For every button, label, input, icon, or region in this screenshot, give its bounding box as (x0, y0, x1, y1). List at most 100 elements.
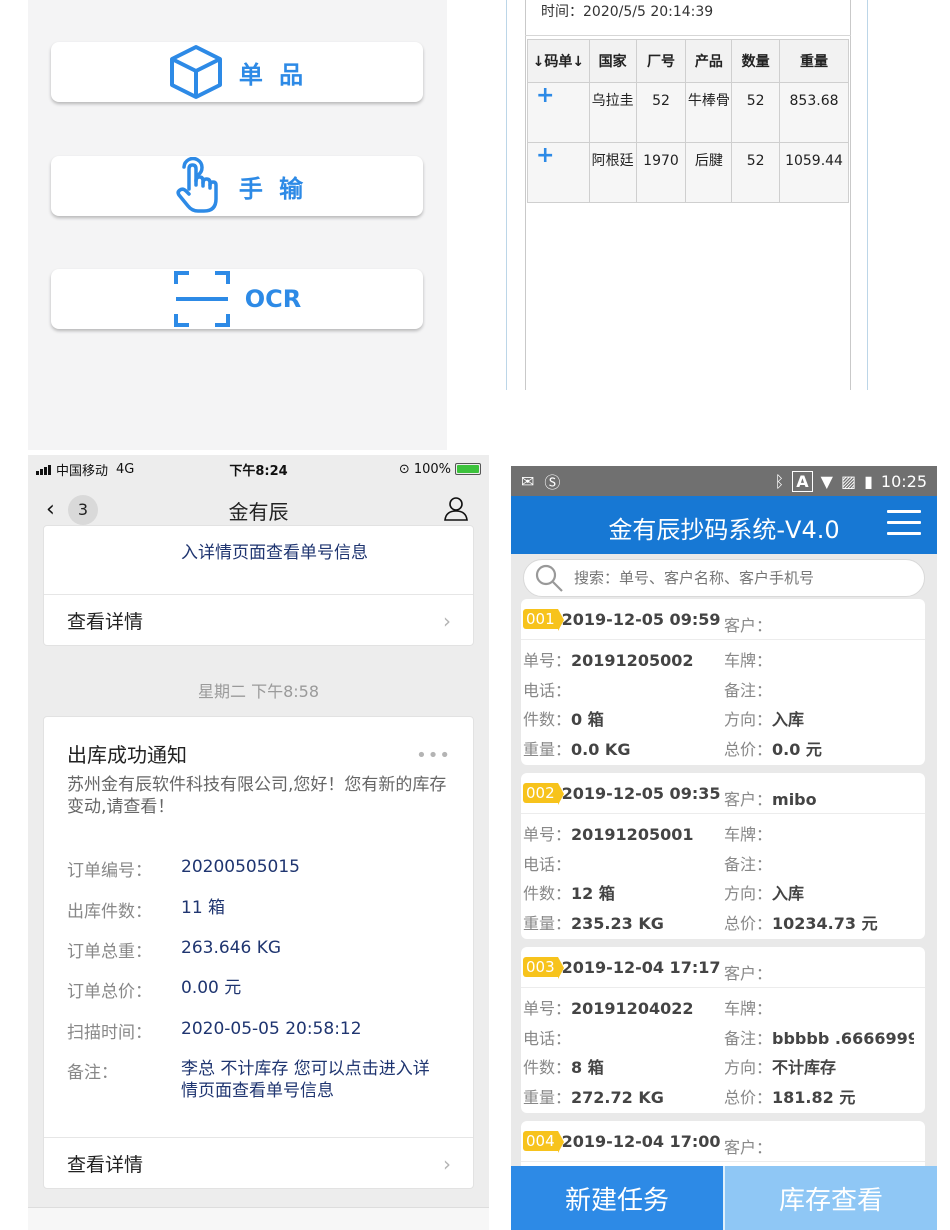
field-value: 272.72 KG (571, 1088, 664, 1107)
field-label: 总价： (724, 1088, 773, 1107)
divider (521, 813, 925, 814)
field-value: 20200505015 (181, 857, 300, 877)
field-value: 入库 (772, 710, 805, 729)
field-value: 12 箱 (571, 884, 615, 903)
field-label: 方向： (724, 710, 773, 729)
new-task-button[interactable]: 新建任务 (511, 1166, 723, 1230)
scan-frame-icon (173, 270, 231, 328)
field-value: 20191205001 (571, 825, 694, 844)
scan-time: 时间：2020/5/5 20:14:39 (541, 4, 714, 20)
cell-qty: 52 (731, 82, 781, 143)
field-label: 扫描时间： (67, 1023, 152, 1043)
field-label: 单号： (523, 825, 572, 844)
view-details-link[interactable]: 查看详情 › (44, 1137, 473, 1189)
field-label: 件数： (523, 710, 572, 729)
record-card[interactable]: 001 2019-12-05 09:59 客户： 单号：20191205002 车牌： 电… (521, 599, 925, 765)
more-icon[interactable]: ••• (416, 745, 451, 766)
col-header-code[interactable]: ↓码单↓ (527, 39, 590, 83)
battery-icon: ▮ (864, 471, 873, 491)
field-value: 11 箱 (181, 898, 226, 918)
record-order-number: 单号：20191205002 (523, 647, 693, 671)
field-label: 件数： (523, 1058, 572, 1077)
hamburger-menu-icon[interactable] (887, 510, 921, 543)
outbound-notice-card[interactable]: 出库成功通知 ••• 苏州金有辰软件科技有限公司,您好！您有新的库存变动,请查看… (43, 716, 474, 1189)
field-value: 235.23 KG (571, 914, 664, 933)
wifi-icon: ▼ (820, 471, 833, 491)
bluetooth-icon: ᛒ (774, 471, 785, 491)
field-value: 不计库存 (772, 1058, 837, 1077)
field-label: 方向： (724, 884, 773, 903)
mail-icon: ✉ (521, 471, 535, 491)
table-header-row: ↓码单↓ 国家 厂号 产品 数量 重量 (527, 39, 849, 83)
keyboard-icon: A (792, 470, 813, 492)
cube-icon (167, 43, 225, 101)
android-status-bar: ✉ Ⓢ ᛒ A ▼ ▨ ▮ 10:25 (511, 466, 937, 496)
record-phone: 电话： (523, 1025, 571, 1049)
message-timestamp: 星期二 下午8:58 (197, 682, 320, 701)
record-weight: 重量：0.0 KG (523, 736, 630, 760)
record-customer: 客户： (724, 612, 772, 636)
record-datetime: 2019-12-04 17:17 (561, 957, 721, 977)
search-icon (535, 564, 563, 592)
record-header: 003 2019-12-04 17:17 (523, 957, 721, 979)
cell-factory: 1970 (635, 142, 687, 203)
field-value: 0.0 元 (772, 740, 822, 759)
view-details-link[interactable]: 查看详情 › (44, 594, 473, 646)
manual-input-button[interactable]: 手 输 (51, 156, 423, 216)
record-index-badge: 004 (523, 1131, 564, 1153)
field-value: 李总 不计库存 您可以点击进入详情页面查看单号信息 (181, 1059, 430, 1101)
record-datetime: 2019-12-05 09:35 (561, 783, 721, 803)
android-app-screen: ✉ Ⓢ ᛒ A ▼ ▨ ▮ 10:25 金有辰抄码系统-V4.0 0012019… (511, 466, 937, 1230)
view-details-label: 查看详情 (67, 611, 144, 633)
manual-input-label: 手 输 (238, 174, 308, 203)
stock-view-button[interactable]: 库存查看 (723, 1166, 937, 1230)
field-label: 单号： (523, 999, 572, 1018)
field-label: 重量： (523, 914, 572, 933)
no-sim-icon: ▨ (840, 471, 857, 491)
col-header-country: 国家 (588, 39, 637, 83)
divider (521, 1161, 925, 1162)
profile-icon[interactable] (443, 495, 469, 525)
field-label: 车牌： (724, 651, 773, 670)
clock: 10:25 (880, 471, 927, 491)
record-customer: 客户：mibo (724, 786, 817, 810)
search-input[interactable] (574, 569, 924, 587)
ocr-button[interactable]: OCR (51, 269, 423, 329)
expand-plus-icon[interactable]: + (527, 82, 590, 143)
hand-pointer-icon (167, 157, 225, 215)
field-label: 方向： (724, 1058, 773, 1077)
record-count: 件数：8 箱 (523, 1054, 604, 1078)
cell-weight: 853.68 (779, 82, 849, 143)
single-item-button[interactable]: 单 品 (51, 42, 423, 102)
record-card[interactable]: 003 2019-12-04 17:17 客户： 单号：20191204022 车牌： 电… (521, 947, 925, 1113)
field-label: 总价： (724, 740, 773, 759)
chat-title: 金有辰 (228, 500, 289, 524)
sync-icon: Ⓢ (544, 473, 561, 492)
record-phone: 电话： (523, 851, 571, 875)
field-value: 0 箱 (571, 710, 604, 729)
field-total-price: 订单总价： 0.00 元 (67, 977, 461, 1002)
record-index-badge: 003 (523, 957, 564, 979)
field-label: 订单编号： (67, 861, 152, 881)
expand-plus-icon[interactable]: + (527, 142, 590, 203)
search-bar[interactable] (523, 559, 925, 597)
col-header-factory: 厂号 (635, 39, 687, 83)
field-label: 重量： (523, 1088, 572, 1107)
field-label: 备注： (67, 1063, 118, 1083)
rotation-lock-icon: ⊙ (398, 461, 410, 477)
notice-description: 苏州金有辰软件科技有限公司,您好！您有新的库存变动,请查看！ (67, 775, 447, 817)
notice-title: 出库成功通知 (67, 743, 187, 767)
field-label: 订单总价： (67, 982, 152, 1002)
cell-product: 后腱 (685, 142, 733, 203)
record-count: 件数：12 箱 (523, 880, 615, 904)
field-value: mibo (772, 790, 817, 809)
record-total: 总价：0.0 元 (724, 736, 822, 760)
cell-weight: 1059.44 (779, 142, 849, 203)
field-value: 入库 (772, 884, 805, 903)
field-value: 10234.73 元 (772, 914, 878, 933)
record-datetime: 2019-12-05 09:59 (561, 609, 721, 629)
record-card[interactable]: 002 2019-12-05 09:35 客户：mibo 单号：20191205001… (521, 773, 925, 939)
record-direction: 方向：入库 (724, 706, 804, 730)
field-label: 备注： (724, 681, 773, 700)
bottom-menu-bar[interactable] (28, 1207, 489, 1230)
